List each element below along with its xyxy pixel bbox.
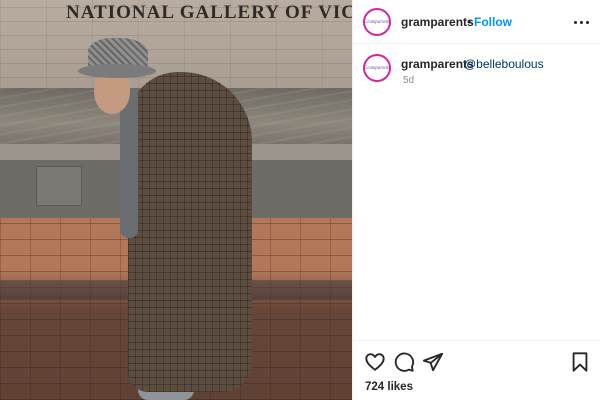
comment-avatar[interactable]: Gramparents bbox=[363, 54, 391, 82]
send-icon[interactable] bbox=[422, 351, 444, 373]
post-username[interactable]: gramparents bbox=[401, 15, 474, 29]
comment-timestamp[interactable]: 5d bbox=[403, 75, 414, 86]
likes-count[interactable]: 724 likes bbox=[365, 381, 413, 393]
comment-icon[interactable] bbox=[393, 351, 415, 373]
figure-scarf bbox=[120, 88, 138, 238]
gallery-sign: NATIONAL GALLERY OF VIC bbox=[66, 2, 352, 23]
post-header: Gramparents gramparents • Follow bbox=[353, 0, 600, 44]
separator-dot: • bbox=[467, 15, 472, 29]
figure-coat bbox=[128, 72, 252, 392]
comment-username[interactable]: gramparents bbox=[401, 57, 474, 71]
plaque bbox=[36, 166, 82, 206]
action-bar bbox=[353, 340, 600, 380]
heart-icon[interactable] bbox=[364, 351, 386, 373]
bookmark-icon[interactable] bbox=[569, 351, 591, 373]
figure-hat-brim bbox=[78, 64, 156, 78]
caption-comment: Gramparents gramparents @belleboulous 5d bbox=[353, 44, 600, 104]
post-side-panel: Gramparents gramparents • Follow Grampar… bbox=[352, 0, 600, 400]
more-horizontal-icon[interactable] bbox=[571, 12, 591, 32]
comment-avatar-text: Gramparents bbox=[363, 65, 391, 71]
post-photo[interactable]: NATIONAL GALLERY OF VIC bbox=[0, 0, 352, 400]
avatar[interactable]: Gramparents bbox=[363, 8, 391, 36]
avatar-text: Gramparents bbox=[363, 19, 391, 25]
comment-mention-link[interactable]: @belleboulous bbox=[464, 57, 544, 71]
follow-button[interactable]: Follow bbox=[474, 15, 512, 29]
